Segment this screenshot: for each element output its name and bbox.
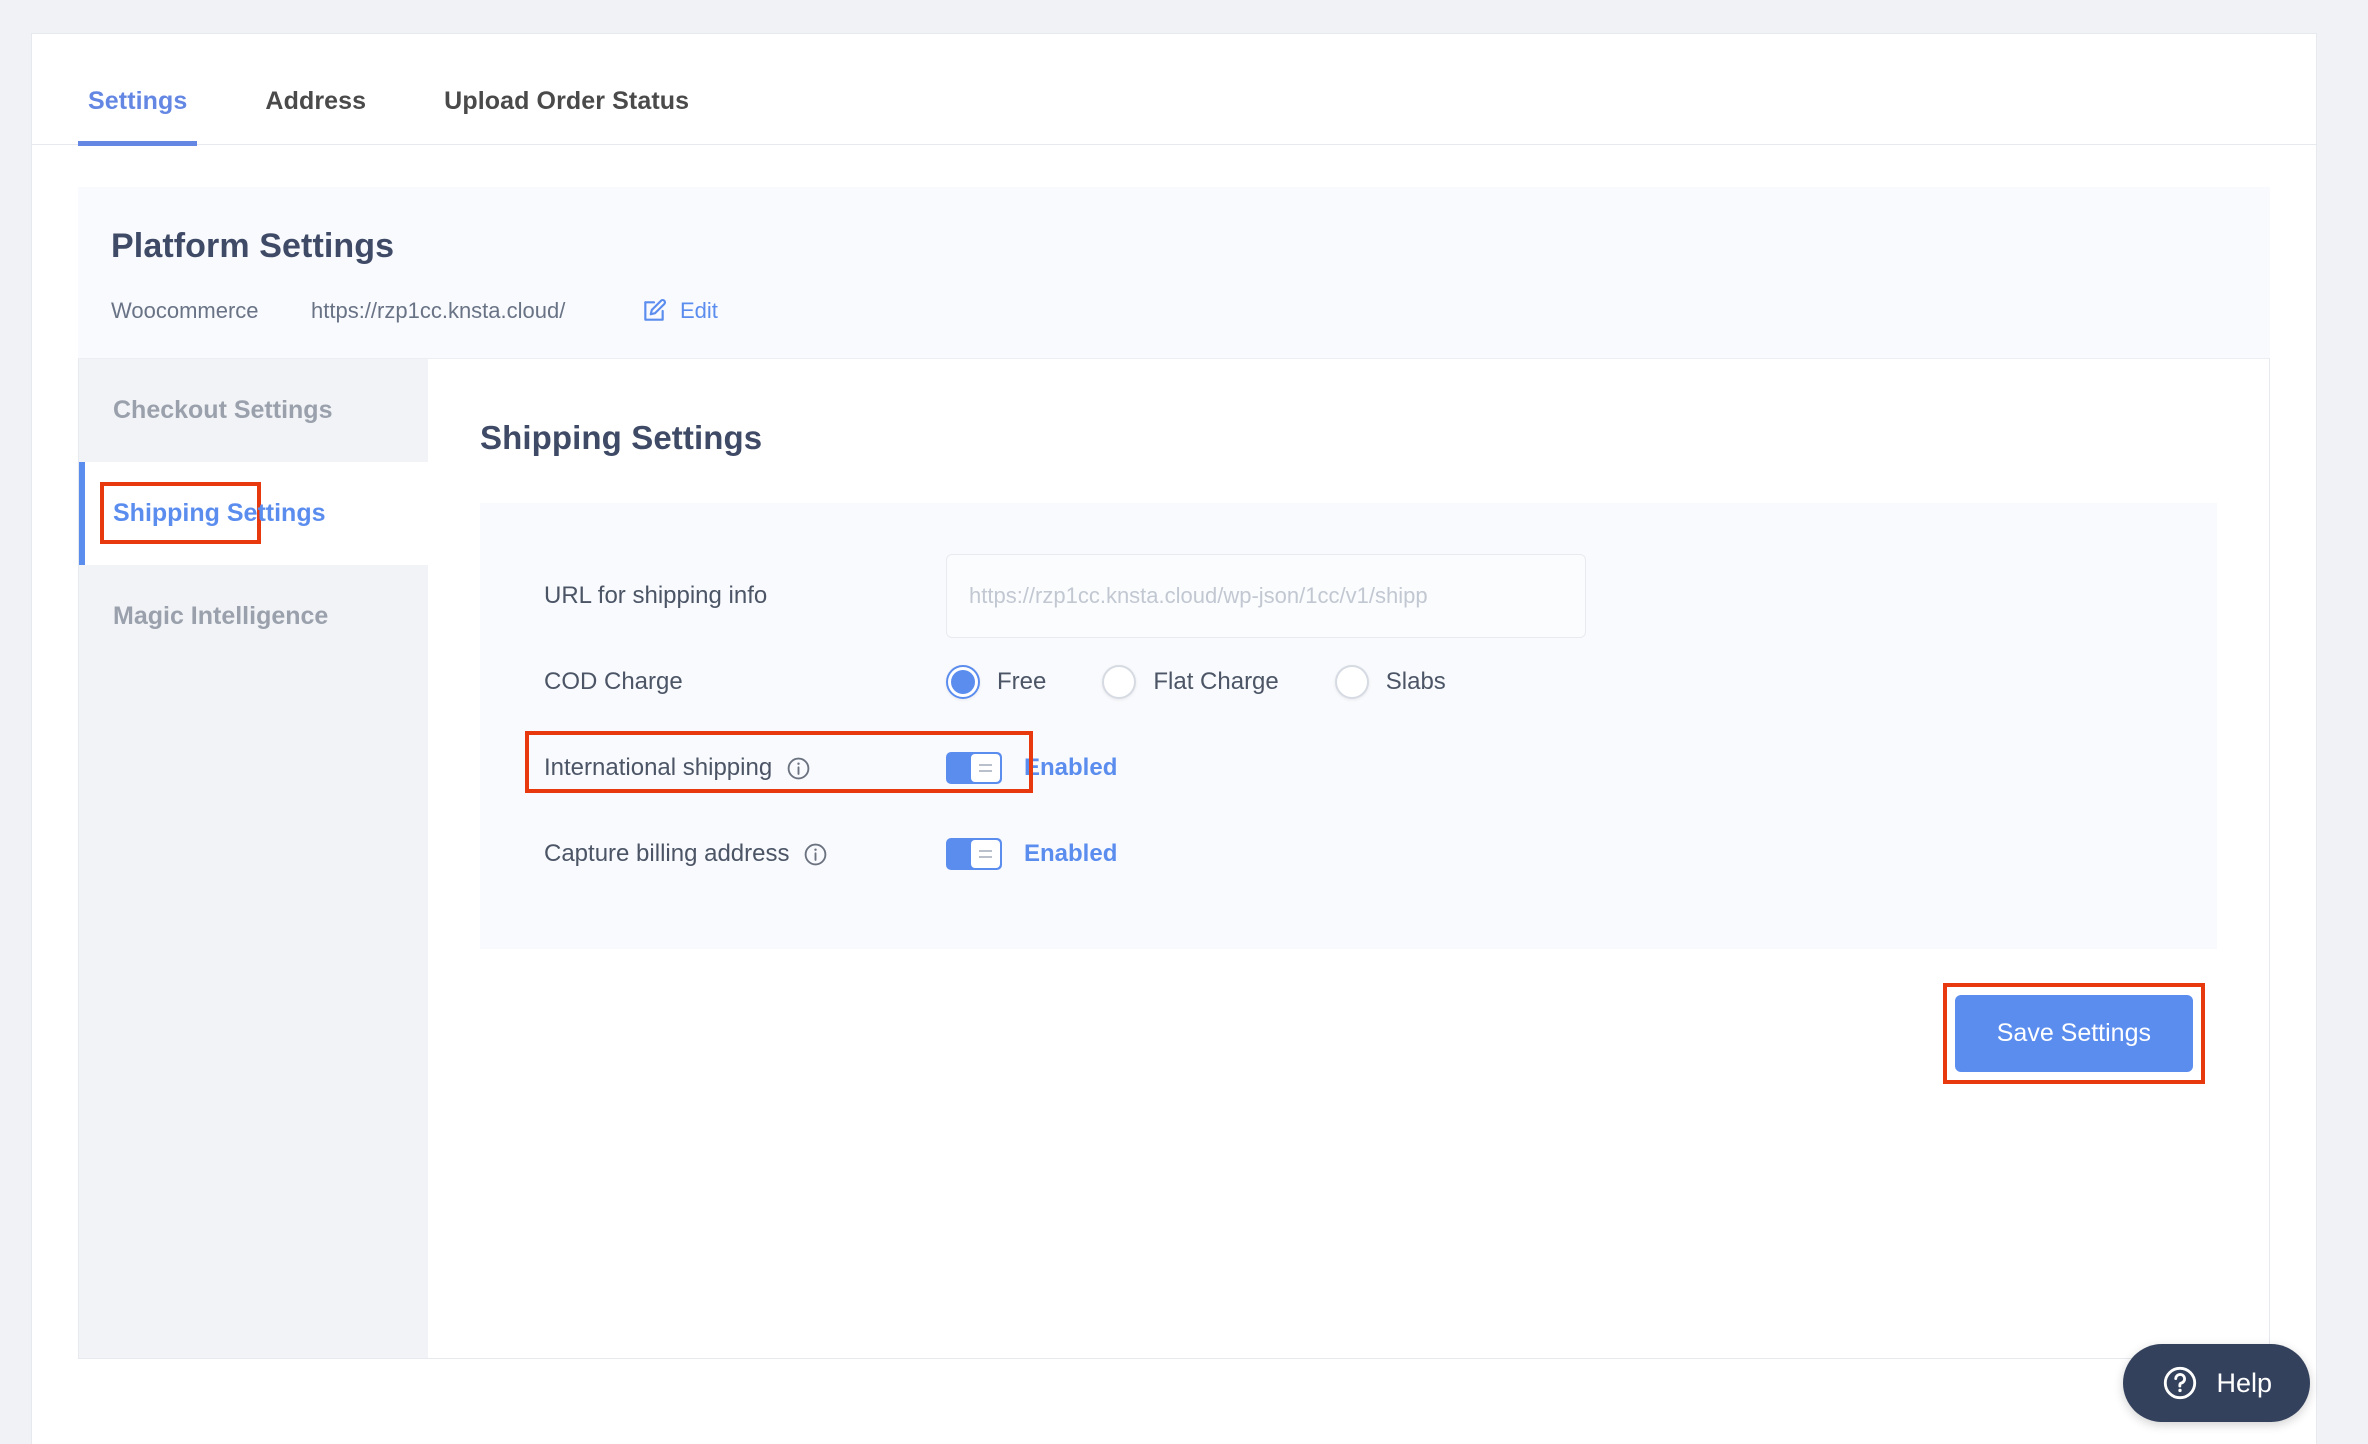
edit-pencil-square-icon	[644, 299, 666, 321]
sidebar-item-label: Shipping Settings	[113, 499, 326, 527]
help-label: Help	[2216, 1367, 2272, 1398]
platform-settings-header: Platform Settings Woocommerce https://rz…	[78, 187, 2270, 359]
url-for-shipping-info-row: URL for shipping info	[544, 553, 2153, 639]
capture-billing-address-row: Capture billing address Enabled	[544, 811, 2153, 897]
tab-address[interactable]: Address	[255, 87, 376, 144]
shipping-settings-panel: URL for shipping info COD Charge Free	[480, 503, 2217, 949]
cod-charge-option-free[interactable]: Free	[946, 665, 1046, 699]
radio-dot-icon	[1102, 665, 1137, 699]
radio-dot-icon	[946, 665, 980, 699]
url-for-shipping-info-input[interactable]	[946, 554, 1586, 638]
sidebar-item-label: Magic Intelligence	[113, 602, 329, 630]
capture-billing-address-state: Enabled	[1024, 840, 1118, 867]
sidebar-item-checkout-settings[interactable]: Checkout Settings	[79, 359, 428, 462]
help-button[interactable]: Help	[2123, 1344, 2310, 1422]
cod-charge-option-label: Slabs	[1385, 668, 1446, 695]
url-field-label: URL for shipping info	[544, 582, 946, 610]
international-shipping-label: International shipping	[544, 754, 946, 782]
toggle-knob-icon	[971, 840, 1000, 868]
save-settings-button[interactable]: Save Settings	[1954, 995, 2193, 1072]
platform-url: https://rzp1cc.knsta.cloud/	[311, 298, 566, 323]
edit-label: Edit	[680, 298, 718, 323]
cod-charge-label: COD Charge	[544, 668, 946, 696]
cod-charge-row: COD Charge Free Flat Charge Slabs	[544, 639, 2153, 725]
settings-body: Checkout Settings Shipping Settings Magi…	[78, 359, 2270, 1359]
cod-charge-option-flat-charge[interactable]: Flat Charge	[1102, 665, 1279, 699]
cod-charge-radio-group: Free Flat Charge Slabs	[946, 665, 1446, 699]
save-settings-wrapper: Save Settings	[1942, 983, 2205, 1084]
app-card: Settings Address Upload Order Status Pla…	[31, 33, 2317, 1444]
edit-platform-button[interactable]: Edit	[641, 298, 718, 324]
cod-charge-option-label: Flat Charge	[1153, 668, 1279, 695]
international-shipping-toggle[interactable]	[946, 752, 1002, 784]
sidebar-item-magic-intelligence[interactable]: Magic Intelligence	[79, 565, 428, 668]
url-label-text: URL for shipping info	[544, 582, 768, 609]
sidebar-item-shipping-settings[interactable]: Shipping Settings	[79, 462, 428, 565]
tab-address-label: Address	[265, 87, 367, 115]
cod-charge-option-label: Free	[997, 668, 1047, 695]
international-shipping-row: International shipping Enabled	[525, 725, 2153, 811]
page-title: Platform Settings	[111, 227, 395, 265]
radio-dot-icon	[1334, 665, 1369, 699]
question-circle-icon	[2164, 1366, 2197, 1400]
tab-upload-order-status-label: Upload Order Status	[444, 87, 690, 115]
capture-billing-address-label-text: Capture billing address	[544, 840, 790, 867]
tab-settings-label: Settings	[88, 87, 188, 115]
international-shipping-toggle-row: Enabled	[946, 752, 1117, 784]
sidebar-item-label: Checkout Settings	[113, 396, 333, 424]
tab-upload-order-status[interactable]: Upload Order Status	[434, 87, 699, 144]
save-area: Save Settings	[480, 949, 2217, 1084]
tab-settings[interactable]: Settings	[78, 87, 198, 146]
cod-charge-label-text: COD Charge	[544, 668, 683, 695]
cod-charge-option-slabs[interactable]: Slabs	[1334, 665, 1446, 699]
content-title: Shipping Settings	[480, 419, 763, 456]
info-circle-icon[interactable]	[803, 842, 828, 867]
capture-billing-address-label: Capture billing address	[544, 840, 946, 868]
capture-billing-address-toggle[interactable]	[946, 838, 1002, 870]
toggle-knob-icon	[971, 754, 1000, 782]
international-shipping-label-text: International shipping	[544, 754, 773, 781]
capture-billing-address-toggle-row: Enabled	[946, 838, 1117, 870]
international-shipping-state: Enabled	[1024, 754, 1118, 781]
tab-bar: Settings Address Upload Order Status	[32, 34, 2316, 146]
platform-meta-row: Woocommerce https://rzp1cc.knsta.cloud/ …	[111, 298, 2237, 324]
platform-name: Woocommerce	[111, 298, 259, 323]
info-circle-icon[interactable]	[786, 756, 811, 781]
settings-sidebar: Checkout Settings Shipping Settings Magi…	[79, 359, 428, 1358]
settings-content: Shipping Settings URL for shipping info …	[428, 359, 2269, 1358]
